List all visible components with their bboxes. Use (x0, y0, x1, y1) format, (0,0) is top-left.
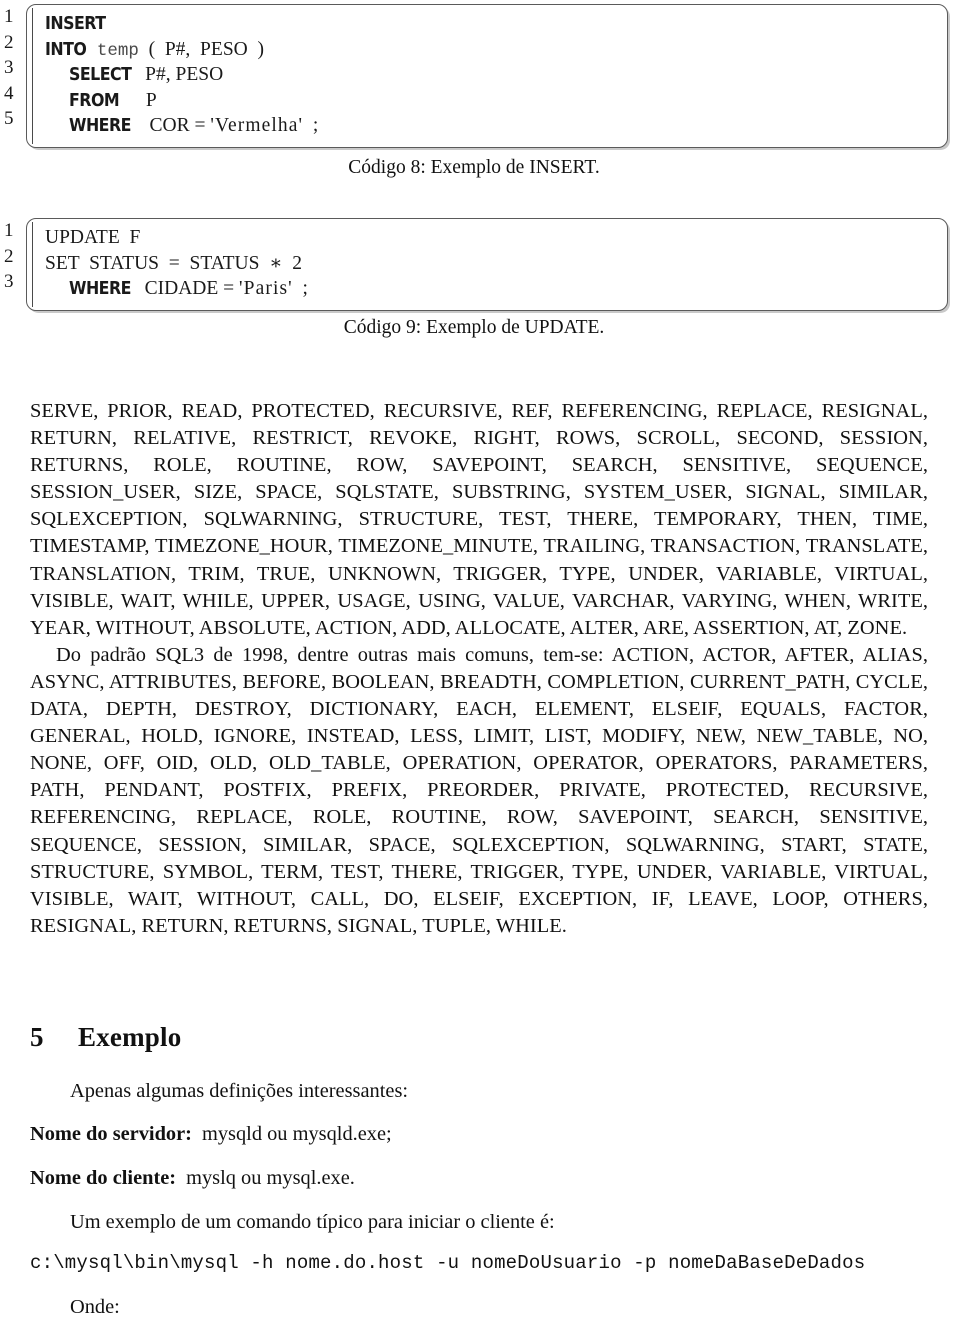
code-line: WHERE COR = 'Vermelha' ; (39, 113, 937, 139)
sql-text: P (126, 89, 157, 111)
section-heading-exemplo: 5 Exemplo (30, 1022, 181, 1053)
definition-value: myslq ou mysql.exe. (186, 1167, 355, 1189)
section-number: 5 (30, 1022, 44, 1052)
sql-keyword: INSERT (45, 13, 106, 34)
code-line-number: 2 (4, 31, 14, 53)
code-line: SET STATUS = STATUS ∗ 2 (39, 251, 937, 277)
code-line-number: 2 (4, 245, 14, 267)
code-listing-insert: 1 2 3 4 5 INSERT INTO temp ( P#, PESO ) SELEC… (0, 4, 948, 148)
sql-text: ; (303, 115, 319, 136)
keyword-paragraph-sql2: SERVE, PRIOR, READ, PROTECTED, RECURSIVE… (30, 400, 928, 639)
code-line: INTO temp ( P#, PESO ) (39, 37, 937, 63)
definition-item-servidor: Nome do servidor: mysqld ou mysqld.exe; (30, 1121, 928, 1148)
sql-text: ; (292, 278, 308, 299)
line-number-gutter: 1 2 3 4 5 (0, 4, 26, 148)
shell-command-line: c:\mysql\bin\mysql -h nome.do.host -u no… (30, 1252, 866, 1274)
sql-text: ( P#, PESO ) (138, 38, 264, 60)
code-box: INSERT INTO temp ( P#, PESO ) SELECT P#, … (26, 4, 948, 148)
sql-string-literal: 'Paris' (239, 278, 293, 299)
sql-keyword: SELECT (69, 64, 132, 85)
code-line-number: 4 (4, 82, 14, 104)
code-line: SELECT P#, PESO (39, 62, 937, 88)
code-line: WHERE CIDADE = 'Paris' ; (39, 276, 937, 302)
example-lead-in: Um exemplo de um comando típico para ini… (70, 1211, 555, 1233)
sql-keyword: INTO (45, 38, 87, 60)
listing-caption-codigo-9: Código 9: Exemplo de UPDATE. (343, 317, 605, 338)
sql-keyword: WHERE (69, 278, 132, 299)
code-line-number: 1 (4, 220, 14, 241)
sql-text: CIDADE = (139, 278, 240, 299)
sql-keyword: FROM (69, 89, 120, 111)
code-line: INSERT (39, 11, 937, 37)
listing-caption-codigo-8: Código 8: Exemplo de INSERT. (348, 157, 600, 178)
code-box: UPDATE F SET STATUS = STATUS ∗ 2 WHERE CI… (26, 218, 948, 311)
document-page: 1 2 3 4 5 INSERT INTO temp ( P#, PESO ) SELEC… (0, 0, 960, 1319)
sql-string-literal: 'Vermelha' (210, 115, 304, 136)
keyword-paragraph-sql3: Do padrão SQL3 de 1998, dentre outras ma… (30, 643, 928, 937)
sql-text: SET STATUS = STATUS ∗ 2 (45, 252, 302, 274)
definition-term: Nome do cliente: (30, 1167, 177, 1189)
sql-text: COR = (139, 115, 211, 136)
sql-text: P#, PESO (140, 64, 224, 85)
sql-keyword: WHERE (69, 115, 132, 136)
code-line: FROM P (39, 88, 937, 114)
definition-item-cliente: Nome do cliente: myslq ou mysql.exe. (30, 1165, 928, 1192)
code-line-number: 3 (4, 57, 14, 78)
code-line: UPDATE F (39, 225, 937, 251)
sql-identifier-mono: temp (96, 40, 139, 61)
definition-value: mysqld ou mysqld.exe; (201, 1123, 392, 1145)
line-number-gutter: 1 2 3 (0, 218, 26, 311)
trailing-line-onde: Onde: (70, 1296, 120, 1318)
code-line-number: 1 (4, 6, 14, 27)
code-line-number: 5 (4, 108, 14, 129)
code-listing-update: 1 2 3 UPDATE F SET STATUS = STATUS ∗ 2 WHER… (0, 218, 948, 311)
keyword-list-section: SERVE, PRIOR, READ, PROTECTED, RECURSIVE… (30, 398, 928, 940)
sql-text: UPDATE F (45, 227, 141, 248)
code-line-number: 3 (4, 271, 14, 292)
intro-line: Apenas algumas definições interessantes: (70, 1080, 409, 1102)
definition-term: Nome do servidor: (30, 1123, 192, 1145)
section-title: Exemplo (78, 1022, 182, 1052)
